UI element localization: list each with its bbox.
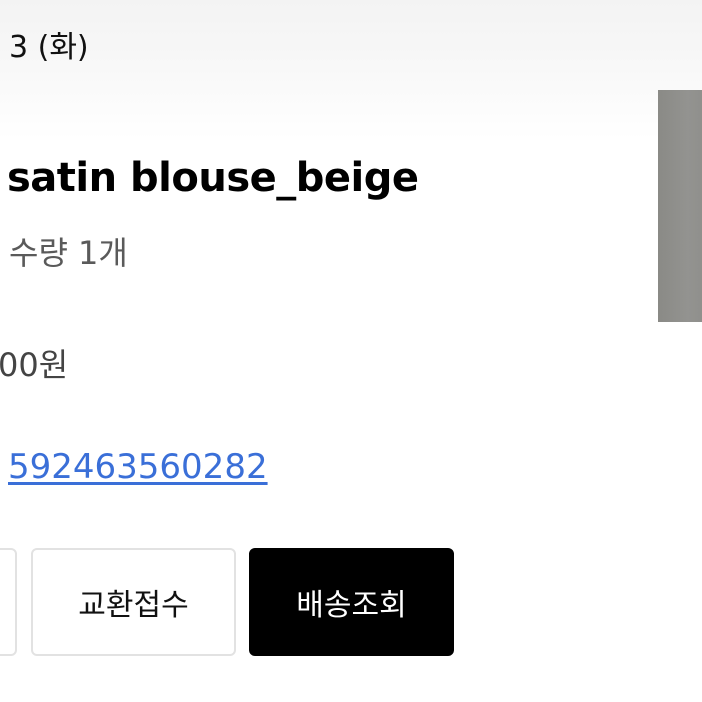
- product-name[interactable]: satin blouse_beige: [7, 155, 419, 201]
- cancel-button[interactable]: [0, 548, 17, 656]
- product-quantity: 수량 1개: [9, 234, 128, 272]
- exchange-request-label: 교환접수: [78, 588, 189, 623]
- product-thumbnail[interactable]: [658, 90, 702, 322]
- delivery-tracking-label: 배송조회: [296, 588, 407, 623]
- tracking-number-link[interactable]: 592463560282: [8, 447, 268, 487]
- delivery-tracking-button[interactable]: 배송조회: [249, 548, 454, 656]
- product-price: 00원: [0, 346, 69, 384]
- exchange-request-button[interactable]: 교환접수: [31, 548, 236, 656]
- order-date: 3 (화): [9, 30, 89, 65]
- header-background: [0, 0, 702, 140]
